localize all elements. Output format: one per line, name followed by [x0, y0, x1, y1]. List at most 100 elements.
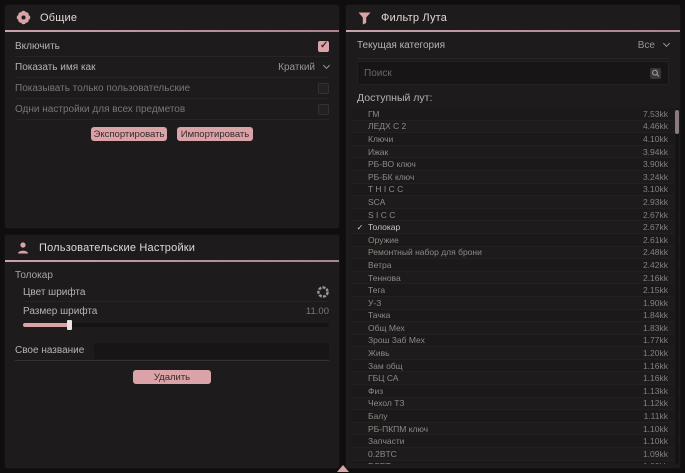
loot-list-item[interactable]: ✓ У-З 1.90kk	[352, 297, 674, 310]
loot-list-item[interactable]: ✓ Ижак 3.94kk	[352, 146, 674, 159]
loot-list-item[interactable]: ✓ Ключи 4.10kk	[352, 133, 674, 146]
loot-list-scrollbar[interactable]	[675, 108, 679, 464]
loot-list-item[interactable]: ✓ ГМ 7.53kk	[352, 108, 674, 121]
loot-item-name: Балу	[368, 411, 644, 421]
same-settings-label: Одни настройки для всех предметов	[15, 104, 185, 115]
custom-name-label: Свое название	[15, 345, 84, 356]
loot-list-item[interactable]: ✓ Ремонтный набор для брони 2.48kk	[352, 247, 674, 260]
category-dropdown[interactable]: Все	[638, 40, 669, 51]
loot-list-item[interactable]: ✓ Зрош Заб Мех 1.77kk	[352, 335, 674, 348]
loot-list-item[interactable]: ✓ 0.2BTC 1.09kk	[352, 448, 674, 461]
setting-row-enable: Включить	[15, 36, 329, 57]
loot-filter-header: Фильтр Лута	[346, 5, 680, 30]
loot-list-item[interactable]: ✓ S I C C 2.67kk	[352, 209, 674, 222]
loot-item-value: 7.53kk	[643, 109, 674, 119]
loot-item-value: 1.20kk	[643, 348, 674, 358]
loot-list-item[interactable]: ✓ Теннова 2.16kk	[352, 272, 674, 285]
color-wheel-icon[interactable]	[317, 286, 329, 298]
export-import-buttons: Экспортировать Импортировать	[5, 127, 339, 141]
only-custom-checkbox[interactable]	[318, 83, 329, 94]
loot-list-item[interactable]: ✓ Живь 1.20kk	[352, 347, 674, 360]
loot-item-value: 1.13kk	[643, 386, 674, 396]
loot-item-name: Тачка	[368, 310, 643, 320]
font-color-label: Цвет шрифта	[23, 287, 85, 298]
loot-item-name: Тега	[368, 285, 643, 295]
enable-label: Включить	[15, 41, 60, 52]
user-settings-panel: Пользовательские Настройки Толокар Цвет …	[4, 234, 340, 469]
loot-list-item[interactable]: ✓ Чехол ТЗ 1.12kk	[352, 398, 674, 411]
custom-name-row: Свое название	[15, 341, 329, 361]
loot-item-value: 1.09kk	[643, 449, 674, 459]
font-size-slider[interactable]	[23, 323, 329, 327]
loot-list-item[interactable]: ✓ Запчасти 1.10kk	[352, 435, 674, 448]
search-icon[interactable]	[649, 67, 662, 80]
loot-list-item[interactable]: ✓ Общ Мех 1.83kk	[352, 322, 674, 335]
loot-item-value: 2.15kk	[643, 285, 674, 295]
loot-item-name: Толокар	[368, 222, 643, 232]
search-row	[357, 61, 669, 85]
slider-thumb[interactable]	[67, 320, 72, 330]
loot-item-name: Чехол ТЗ	[368, 398, 643, 408]
user-settings-title: Пользовательские Настройки	[39, 242, 195, 254]
same-settings-checkbox[interactable]	[318, 104, 329, 115]
header-separator	[5, 30, 339, 32]
general-panel: Общие Включить Показать имя как Краткий …	[4, 4, 340, 229]
loot-list-item[interactable]: ✓ SCA 2.93kk	[352, 196, 674, 209]
loot-item-name: Теннова	[368, 273, 643, 283]
search-input[interactable]	[364, 68, 649, 79]
loot-item-value: 2.93kk	[643, 197, 674, 207]
name-mode-dropdown[interactable]: Краткий	[278, 62, 329, 73]
loot-item-name: Физ	[368, 386, 643, 396]
enable-checkbox[interactable]	[318, 41, 329, 52]
custom-name-input[interactable]	[94, 343, 329, 359]
loot-list-item[interactable]: ✓ Тега 2.15kk	[352, 284, 674, 297]
export-button[interactable]: Экспортировать	[91, 127, 167, 141]
loot-list-item[interactable]: ✓ Тачка 1.84kk	[352, 310, 674, 323]
loot-item-name: ЛЕДХ С 2	[368, 121, 643, 131]
funnel-icon	[357, 11, 372, 25]
loot-item-name: РБ-ВО ключ	[368, 159, 643, 169]
loot-item-name: Оружие	[368, 235, 643, 245]
available-loot-label: Доступный лут:	[357, 92, 669, 104]
loot-item-value: 3.24kk	[643, 172, 674, 182]
loot-item-name: РБ-ПКПМ ключ	[368, 424, 643, 434]
selected-item-name: Толокар	[15, 270, 329, 281]
loot-list-item[interactable]: ✓ T H I C C 3.10kk	[352, 184, 674, 197]
collapse-handle-icon[interactable]	[337, 465, 349, 472]
loot-item-name: SCA	[368, 197, 643, 207]
category-label: Текущая категория	[357, 40, 445, 51]
loot-list-item[interactable]: ✓ Толокар 2.67kk	[352, 221, 674, 234]
chevron-down-icon	[663, 40, 670, 47]
loot-item-value: 1.16kk	[643, 361, 674, 371]
loot-item-value: 2.42kk	[643, 260, 674, 270]
import-button[interactable]: Импортировать	[177, 127, 253, 141]
loot-list-item[interactable]: ✓ РБ-ПКПМ ключ 1.10kk	[352, 423, 674, 436]
loot-list: ✓ ГМ 7.53kk ✓ ЛЕДХ С 2 4.46kk ✓ Ключи 4.…	[352, 108, 679, 464]
loot-list-item[interactable]: ✓ Ветра 2.42kk	[352, 259, 674, 272]
loot-list-item[interactable]: ✓ Оружие 2.61kk	[352, 234, 674, 247]
setting-row-only-custom: Показывать только пользовательские	[15, 78, 329, 99]
loot-item-value: 1.90kk	[643, 298, 674, 308]
loot-item-name: Живь	[368, 348, 643, 358]
loot-list-item[interactable]: ✓ РБ-ВО ключ 3.90kk	[352, 158, 674, 171]
loot-item-name: DSPT	[368, 461, 643, 464]
loot-item-value: 1.10kk	[643, 436, 674, 446]
loot-item-name: Общ Мех	[368, 323, 643, 333]
loot-list-item[interactable]: ✓ Физ 1.13kk	[352, 385, 674, 398]
font-color-row: Цвет шрифта	[23, 283, 329, 302]
loot-list-item[interactable]: ✓ Балу 1.11kk	[352, 410, 674, 423]
category-value: Все	[638, 40, 655, 51]
loot-item-value: 2.48kk	[643, 247, 674, 257]
gear-flower-icon	[16, 10, 31, 25]
loot-list-item[interactable]: ✓ ЛЕДХ С 2 4.46kk	[352, 121, 674, 134]
scrollbar-thumb[interactable]	[675, 110, 679, 134]
loot-item-name: Ключи	[368, 134, 643, 144]
loot-list-item[interactable]: ✓ ГБЦ СА 1.16kk	[352, 372, 674, 385]
left-column: Общие Включить Показать имя как Краткий …	[4, 4, 340, 469]
loot-list-item[interactable]: ✓ DSPT 1.00kk	[352, 461, 674, 464]
loot-list-item[interactable]: ✓ РБ-БК ключ 3.24kk	[352, 171, 674, 184]
loot-item-name: 0.2BTC	[368, 449, 643, 459]
delete-button[interactable]: Удалить	[133, 370, 211, 384]
loot-list-item[interactable]: ✓ Зам общ 1.16kk	[352, 360, 674, 373]
loot-item-name: ГБЦ СА	[368, 373, 643, 383]
